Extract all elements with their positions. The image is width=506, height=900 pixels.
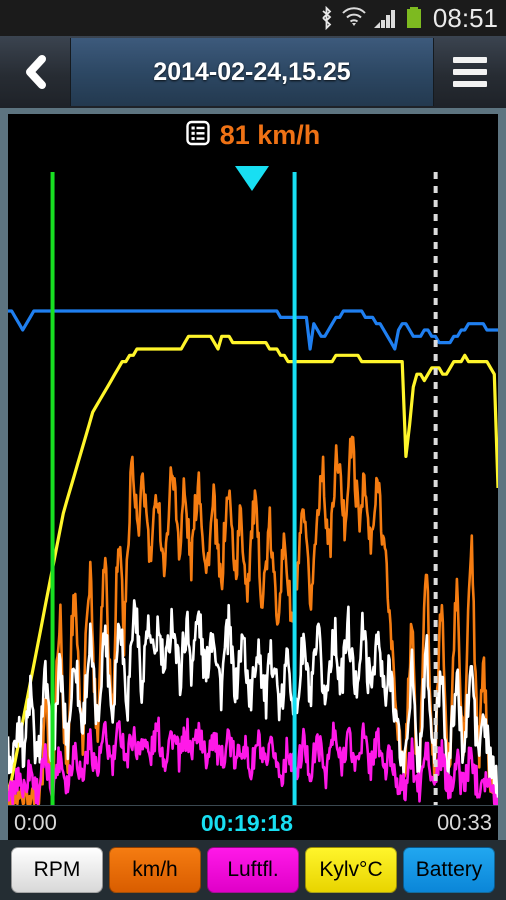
page-title: 2014-02-24,15.25 (153, 57, 351, 86)
chart-frame: 81 km/h (0, 108, 506, 840)
menu-icon-line (453, 69, 487, 75)
legend-label: RPM (33, 858, 81, 881)
legend-label: Kylv°C (319, 858, 383, 881)
legend-button-luftfl[interactable]: Luftfl. (207, 847, 299, 893)
time-cursor: 00:19:18 (200, 809, 293, 836)
battery-icon (405, 6, 423, 30)
legend-label: Luftfl. (227, 858, 279, 881)
legend-button-kylvc[interactable]: Kylv°C (305, 847, 397, 893)
status-clock: 08:51 (432, 2, 498, 33)
back-chevron-icon (26, 55, 46, 89)
phone-screen: 08:51 2014-02-24,15.25 81 km/h 0:00 00:1… (0, 0, 506, 900)
legend-label: km/h (132, 858, 178, 881)
title-container[interactable]: 2014-02-24,15.25 (70, 38, 434, 106)
legend-label: Battery (415, 858, 483, 881)
back-button[interactable] (0, 36, 70, 108)
time-end: 00:33 (436, 810, 492, 835)
legend-button-rpm[interactable]: RPM (11, 847, 103, 893)
wifi-icon (341, 6, 367, 30)
time-start: 0:00 (14, 810, 57, 835)
legend-button-battery[interactable]: Battery (403, 847, 495, 893)
legend-bar: RPM km/h Luftfl. Kylv°C Battery (0, 840, 506, 900)
chart-area[interactable]: 81 km/h (8, 114, 498, 811)
menu-icon-line (453, 81, 487, 87)
title-bar: 2014-02-24,15.25 (0, 36, 506, 108)
menu-button[interactable] (434, 36, 506, 108)
legend-button-kmh[interactable]: km/h (109, 847, 201, 893)
chart-plot (8, 172, 498, 811)
signal-icon (373, 6, 398, 30)
bluetooth-icon (319, 6, 334, 30)
status-bar: 08:51 (0, 0, 506, 36)
menu-icon-line (453, 57, 487, 63)
time-axis[interactable]: 0:00 00:19:18 00:33 (8, 805, 498, 840)
